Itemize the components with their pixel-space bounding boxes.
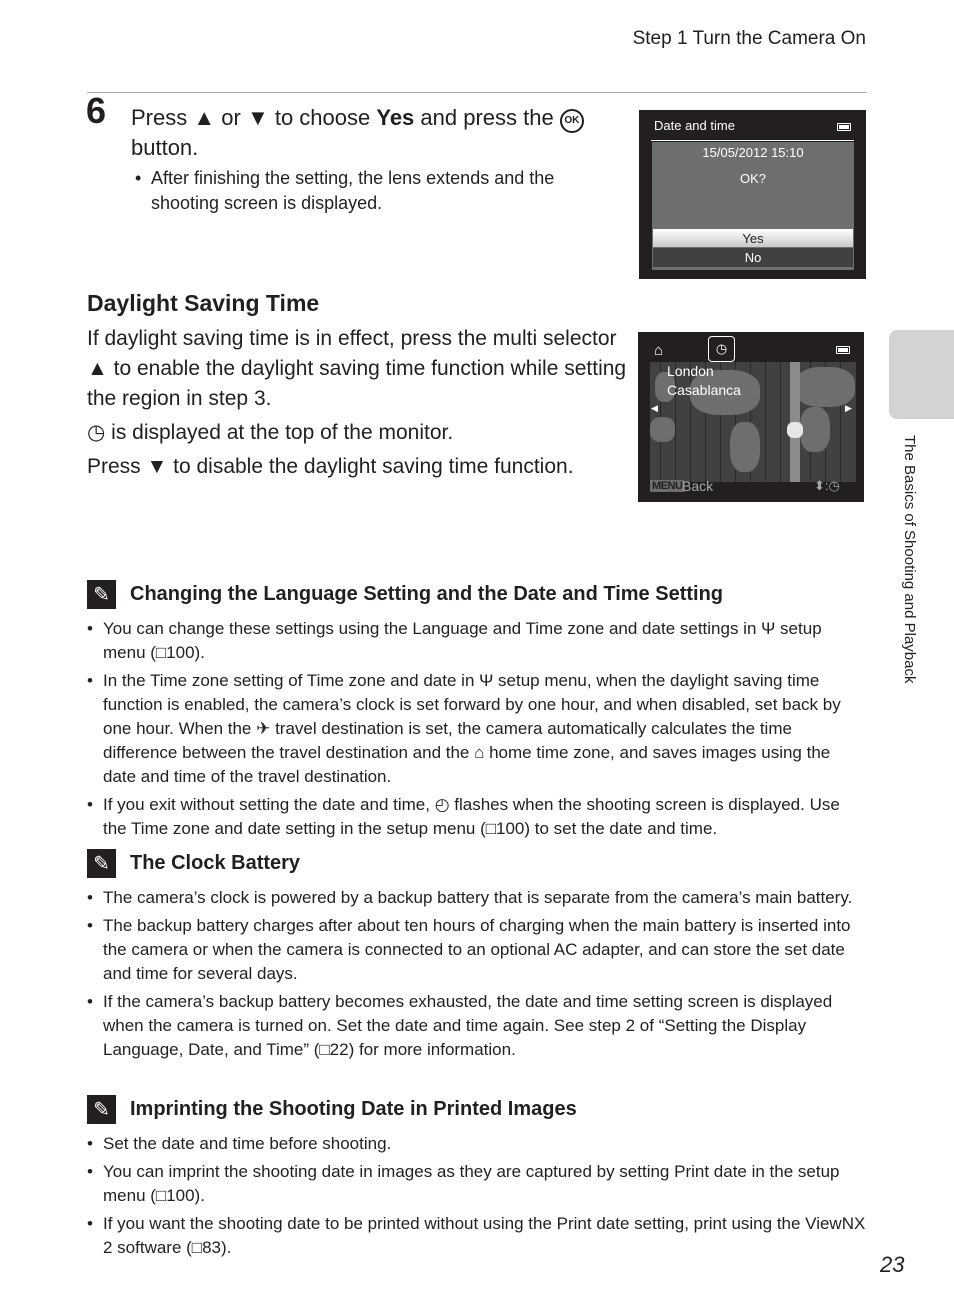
note-clock-battery: ✎ The Clock Battery The camera’s clock i… — [87, 849, 867, 1066]
confirm-panel: 15/05/2012 15:10 OK? Yes No — [652, 142, 854, 270]
list-item: If you want the shooting date to be prin… — [87, 1212, 867, 1260]
confirm-prompt: OK? — [739, 171, 766, 186]
time-zone-screen: ⌂ ◷ London Casablanca ◀ ▶ MENU Back ⬍:◷ — [638, 332, 864, 502]
screen-title: Date and time — [654, 118, 735, 133]
section-title: Daylight Saving Time — [87, 290, 320, 316]
section-body: If daylight saving time is in effect, pr… — [87, 324, 632, 482]
divider — [651, 140, 854, 141]
note-paperclip-icon: ✎ — [87, 849, 116, 878]
note-title: Changing the Language Setting and the Da… — [130, 583, 723, 605]
up-arrow-icon: ▲ — [193, 105, 216, 130]
paragraph: Press ▼ to disable the daylight saving t… — [87, 455, 574, 478]
daylight-saving-icon: ◷ — [708, 336, 735, 362]
list-item: You can change these settings using the … — [87, 617, 867, 665]
chapter-label: The Basics of Shooting and Playback — [901, 435, 918, 684]
list-item: You can imprint the shooting date in ima… — [87, 1160, 867, 1208]
note-title: The Clock Battery — [130, 852, 301, 874]
step-bullets: After finishing the setting, the lens ex… — [135, 166, 595, 216]
header-rule — [87, 92, 867, 93]
list-item: In the Time zone setting of Time zone an… — [87, 669, 867, 789]
city-label: Casablanca — [667, 382, 741, 398]
note-paperclip-icon: ✎ — [87, 580, 116, 609]
list-item: After finishing the setting, the lens ex… — [135, 166, 595, 216]
step-title: Press ▲ or ▼ to choose Yes and press the… — [131, 103, 611, 162]
page-number: 23 — [880, 1252, 905, 1277]
step-title-text: button. — [131, 135, 199, 160]
note-language-datetime: ✎ Changing the Language Setting and the … — [87, 580, 867, 845]
ok-button-icon: OK — [559, 109, 584, 133]
note-title: Imprinting the Shooting Date in Printed … — [130, 1098, 577, 1120]
list-item: Set the date and time before shooting. — [87, 1132, 867, 1156]
battery-icon — [836, 346, 850, 354]
date-time-screen: Date and time 15/05/2012 15:10 OK? Yes N… — [639, 110, 866, 279]
datetime-value: 15/05/2012 15:10 — [702, 145, 804, 160]
home-icon: ⌂ — [654, 342, 664, 359]
left-arrow-icon: ◀ — [651, 403, 658, 413]
list-item: If you exit without setting the date and… — [87, 793, 867, 841]
note-paperclip-icon: ✎ — [87, 1095, 116, 1124]
chapter-tab[interactable] — [889, 330, 954, 419]
step-title-text: and press the — [414, 105, 560, 130]
list-item: If the camera’s backup battery becomes e… — [87, 990, 867, 1062]
right-arrow-icon: ▶ — [845, 403, 852, 413]
dst-toggle-legend: ⬍:◷ — [814, 478, 840, 493]
paragraph: If daylight saving time is in effect, pr… — [87, 327, 627, 410]
menu-button-icon: MENU — [650, 480, 685, 492]
yes-label: Yes — [376, 105, 415, 130]
battery-icon — [837, 123, 851, 131]
note-imprint-date: ✎ Imprinting the Shooting Date in Printe… — [87, 1095, 867, 1264]
option-yes[interactable]: Yes — [653, 229, 853, 247]
list-item: The camera’s clock is powered by a backu… — [87, 886, 867, 910]
option-no[interactable]: No — [653, 248, 853, 267]
back-label: Back — [682, 478, 714, 494]
step-title-text: to choose — [268, 105, 377, 130]
step-title-text: Press — [131, 105, 194, 130]
down-arrow-icon: ▼ — [246, 105, 269, 130]
step-number: 6 — [86, 90, 107, 131]
paragraph: ◷ is displayed at the top of the monitor… — [87, 421, 454, 444]
step-title-text: or — [215, 105, 247, 130]
list-item: The backup battery charges after about t… — [87, 914, 867, 986]
city-label: London — [667, 363, 714, 379]
running-head: Step 1 Turn the Camera On — [632, 28, 866, 49]
world-map — [650, 362, 856, 482]
